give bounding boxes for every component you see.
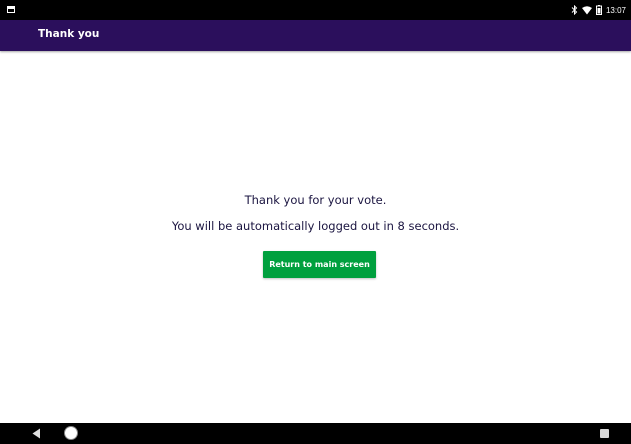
app-bar: Thank you [0,20,631,51]
status-icons: 13:07 [571,4,626,16]
wifi-icon [581,5,592,14]
battery-icon [595,5,602,15]
home-icon[interactable] [65,427,77,439]
return-to-main-screen-button[interactable]: Return to main screen [263,251,376,278]
bluetooth-icon [571,5,578,15]
notification-icon [7,6,15,13]
thank-you-message: Thank you for your vote. [244,193,387,207]
back-icon[interactable] [32,428,41,439]
logout-countdown-message: You will be automatically logged out in … [171,219,460,233]
recents-icon[interactable] [600,429,609,438]
page-title: Thank you [38,28,100,40]
status-bar: 13:07 [0,0,631,20]
main-content: Thank you for your vote. You will be aut… [0,51,631,423]
navigation-bar [0,423,631,444]
status-time: 13:07 [605,5,626,15]
